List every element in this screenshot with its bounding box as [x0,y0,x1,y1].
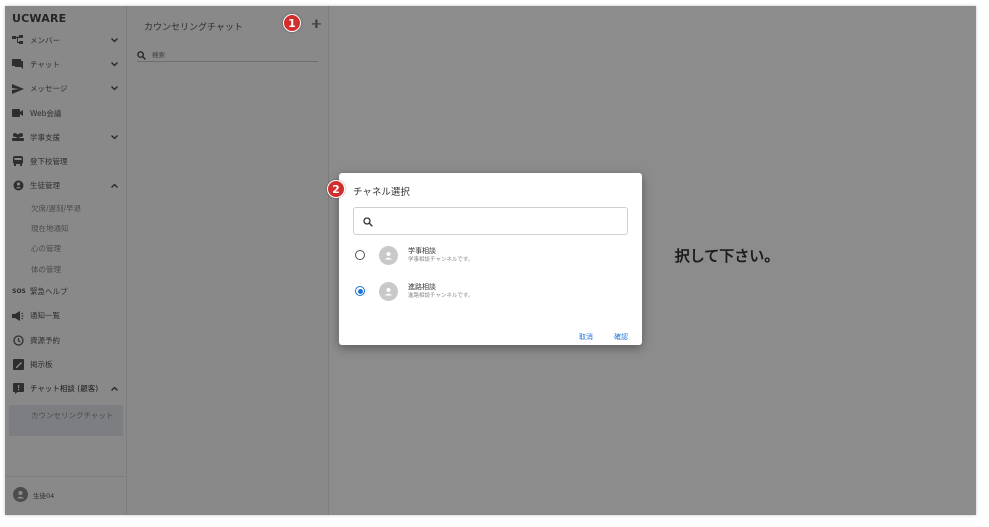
option-name: 進路相談 [408,282,436,291]
app-window: UCWARE メンバー チャット メッセージ Web会議 学事支援 登下校管理 … [5,6,976,515]
option-text: 進路相談 進路相談チャンネルです。 [408,283,473,300]
search-icon [363,212,373,231]
step-marker-2: 2 [327,180,345,198]
channel-option[interactable]: 進路相談 進路相談チャンネルです。 [353,276,628,306]
step-marker-1: 1 [283,14,301,32]
radio-button-selected[interactable] [355,286,365,296]
option-description: 学事相談チャンネルです。 [408,256,474,263]
option-name: 学事相談 [408,246,436,255]
channel-select-dialog: チャネル選択 学事相談 学事相談チャンネルです。 進路相談 進路相談チャンネルで… [339,173,642,345]
add-icon[interactable]: + [309,16,325,32]
channel-search-input[interactable] [379,216,619,226]
confirm-button[interactable]: 確認 [614,332,628,342]
avatar [379,281,398,301]
dialog-title: チャネル選択 [353,187,410,198]
cancel-button[interactable]: 取消 [579,332,593,342]
option-description: 進路相談チャンネルです。 [408,292,474,299]
radio-button[interactable] [355,250,365,260]
avatar [379,245,398,265]
option-text: 学事相談 学事相談チャンネルです。 [408,247,473,264]
channel-option[interactable]: 学事相談 学事相談チャンネルです。 [353,240,628,270]
dialog-search [353,207,628,235]
